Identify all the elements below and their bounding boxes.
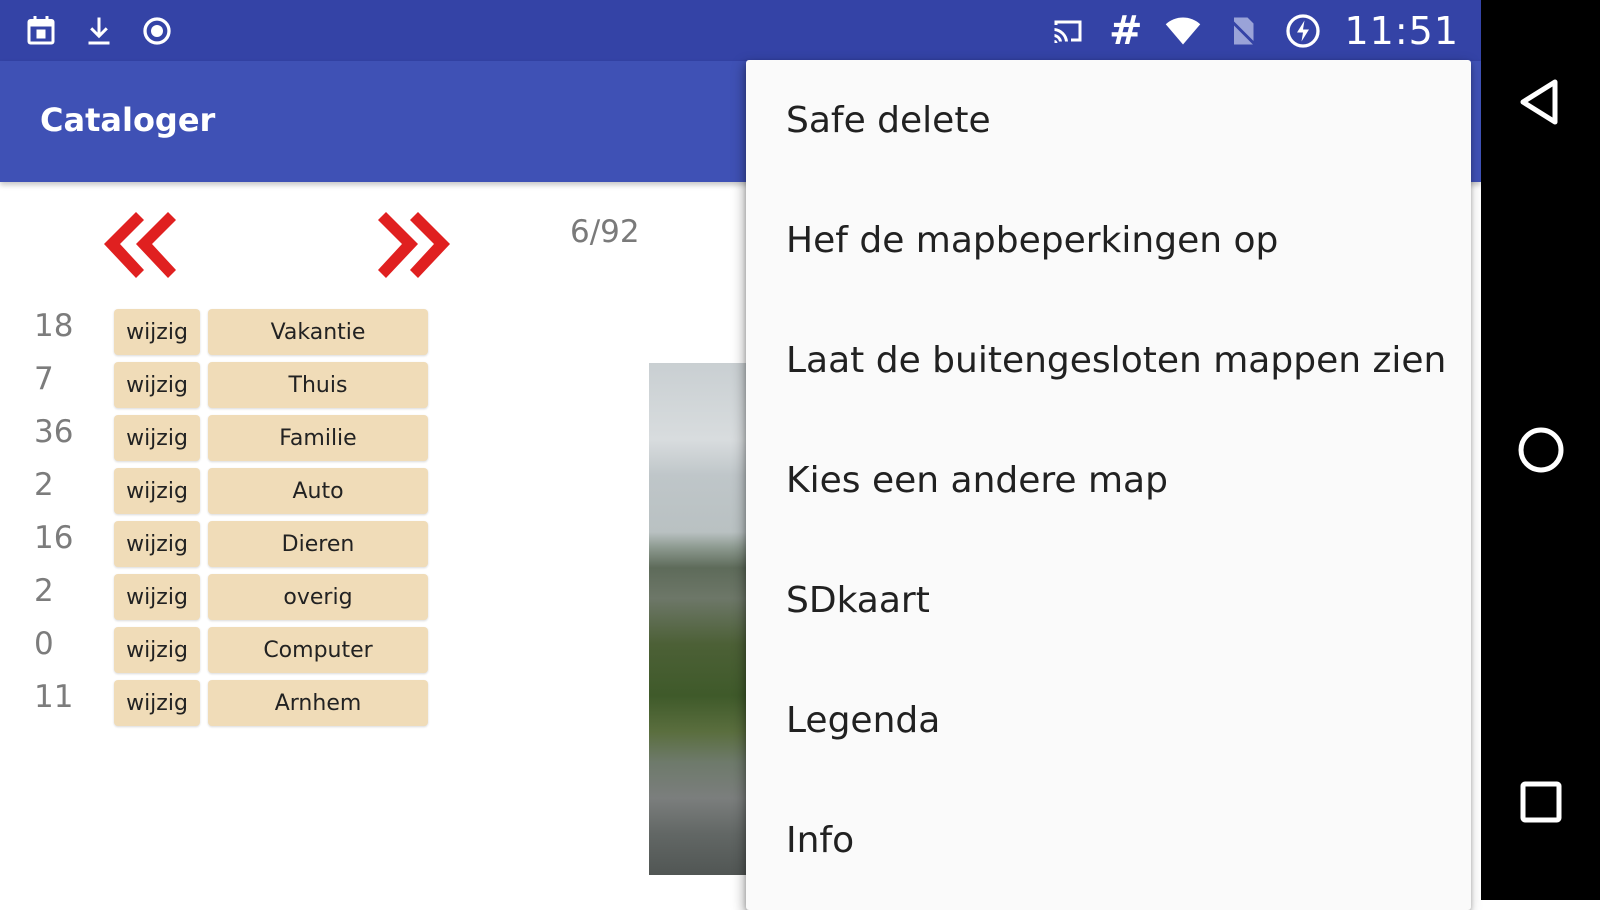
home-icon [1518,427,1563,473]
category-count: 2 [34,573,54,609]
edit-button[interactable]: wijzig [114,574,200,620]
record-icon [138,12,176,50]
recents-button[interactable] [1481,752,1600,852]
edit-button[interactable]: wijzig [114,680,200,726]
photo-counter: 6/92 [570,214,640,250]
category-count: 0 [34,626,54,662]
menu-item-legend[interactable]: Legenda [746,660,1471,780]
category-count: 7 [34,361,54,397]
next-button[interactable] [376,208,456,286]
overflow-menu: Safe delete Hef de mapbeperkingen op Laa… [746,60,1471,910]
category-count: 18 [34,308,74,344]
recents-icon [1520,781,1561,823]
clock: 11:51 [1344,9,1459,53]
category-button[interactable]: Auto [208,468,428,514]
download-icon [80,12,118,50]
menu-item-show-excluded-folders[interactable]: Laat de buitengesloten mappen zien [746,300,1471,420]
category-button[interactable]: Dieren [208,521,428,567]
status-bar-left [22,8,176,54]
menu-item-choose-other-folder[interactable]: Kies een andere map [746,420,1471,540]
category-button[interactable]: overig [208,574,428,620]
edit-button[interactable]: wijzig [114,627,200,673]
edit-button[interactable]: wijzig [114,415,200,461]
hash-indicator: # [1108,8,1143,54]
menu-item-safe-delete[interactable]: Safe delete [746,60,1471,180]
no-sim-icon [1224,12,1262,50]
back-button[interactable] [1481,52,1600,152]
category-count: 16 [34,520,74,556]
app-title: Cataloger [40,101,216,139]
back-icon [1520,79,1557,125]
menu-item-sd-card[interactable]: SDkaart [746,540,1471,660]
status-bar: # 11:51 [0,0,1481,61]
category-count: 36 [34,414,74,450]
menu-item-remove-folder-restrictions[interactable]: Hef de mapbeperkingen op [746,180,1471,300]
status-bar-right: # 11:51 [1049,8,1459,54]
category-count: 2 [34,467,54,503]
category-button[interactable]: Vakantie [208,309,428,355]
category-button[interactable]: Computer [208,627,428,673]
edit-button[interactable]: wijzig [114,468,200,514]
double-chevron-left-icon [104,212,176,278]
cast-icon [1049,12,1087,50]
system-navigation-bar [1481,0,1600,900]
battery-charging-icon [1284,12,1322,50]
category-button[interactable]: Familie [208,415,428,461]
category-button[interactable]: Arnhem [208,680,428,726]
double-chevron-right-icon [378,212,450,278]
edit-button[interactable]: wijzig [114,309,200,355]
previous-button[interactable] [98,208,178,286]
menu-item-info[interactable]: Info [746,780,1471,900]
edit-button[interactable]: wijzig [114,521,200,567]
wifi-icon [1164,12,1202,50]
edit-button[interactable]: wijzig [114,362,200,408]
category-count: 11 [34,679,74,715]
category-button[interactable]: Thuis [208,362,428,408]
photo-preview[interactable] [649,363,749,875]
home-button[interactable] [1481,400,1600,500]
calendar-icon [22,12,60,50]
